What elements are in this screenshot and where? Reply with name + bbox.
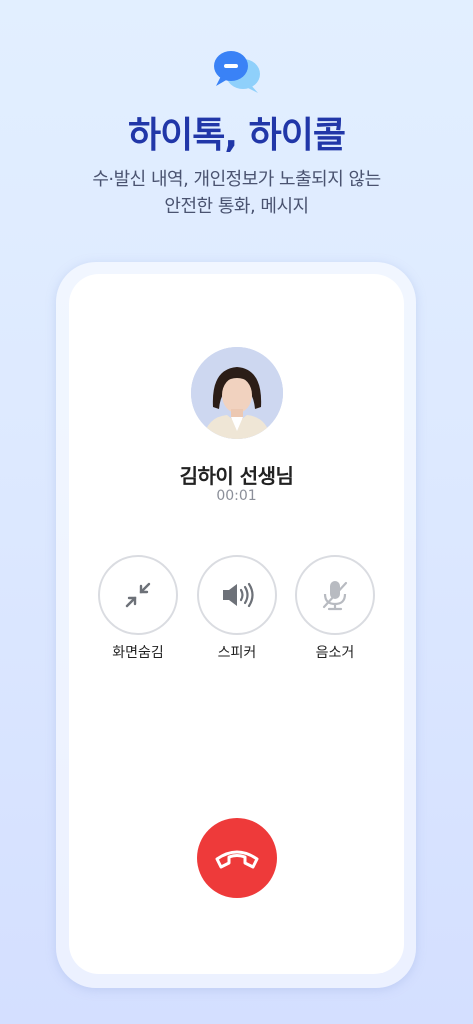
caller-name: 김하이 선생님 bbox=[179, 464, 294, 488]
minimize-screen-label: 화면숨김 bbox=[112, 645, 164, 661]
speaker-icon bbox=[223, 582, 254, 608]
mute-label: 음소거 bbox=[315, 645, 355, 661]
subtitle-line-1: 수·발신 내역, 개인정보가 노출되지 않는 bbox=[92, 169, 381, 190]
page-title: 하이톡, 하이콜 bbox=[128, 115, 346, 156]
chat-bubbles-logo-icon bbox=[214, 51, 260, 93]
end-call-button[interactable] bbox=[197, 818, 277, 898]
call-duration: 00:01 bbox=[216, 488, 257, 504]
minimize-arrows-icon bbox=[125, 582, 151, 608]
speaker-label: 스피커 bbox=[217, 645, 257, 661]
subtitle-line-2: 안전한 통화, 메시지 bbox=[164, 196, 309, 217]
caller-avatar bbox=[191, 347, 283, 439]
hang-up-phone-icon bbox=[215, 850, 259, 869]
microphone-off-icon bbox=[322, 581, 348, 611]
mute-button[interactable] bbox=[295, 555, 375, 635]
speaker-button[interactable] bbox=[197, 555, 277, 635]
minimize-screen-button[interactable] bbox=[98, 555, 178, 635]
